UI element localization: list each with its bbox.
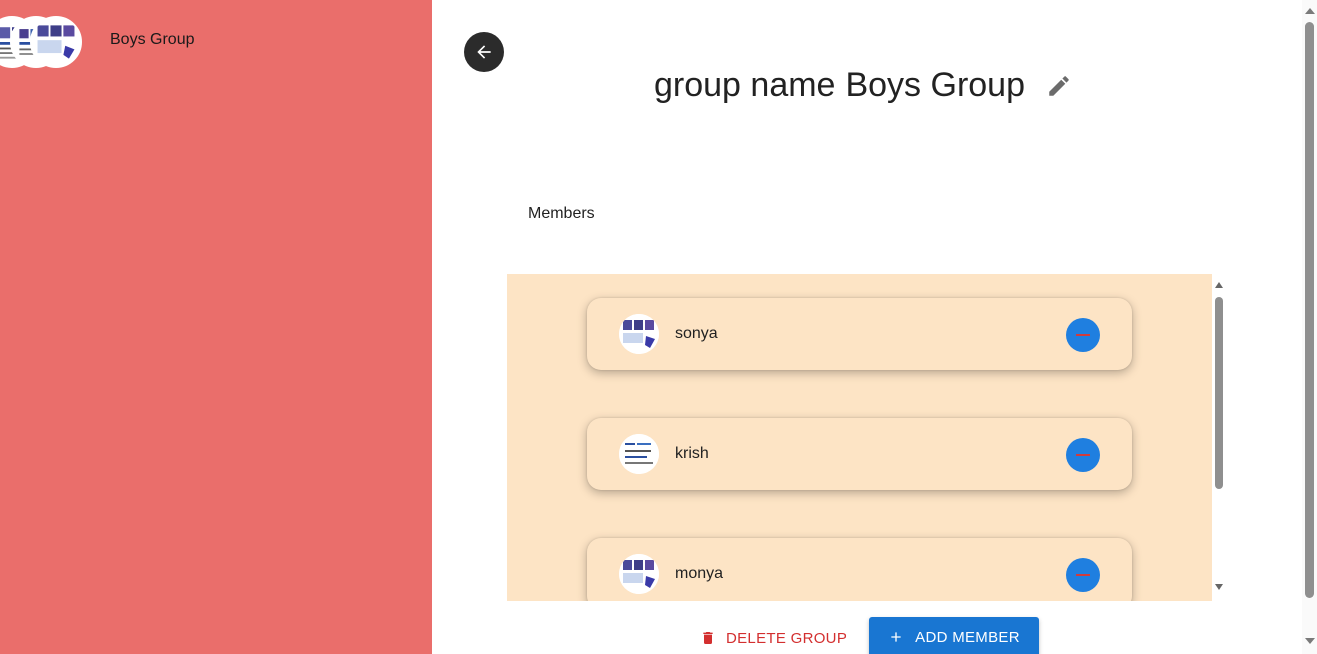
members-heading: Members [528, 205, 595, 222]
page-title: group name Boys Group [654, 64, 1025, 106]
group-detail-panel: group name Boys Group Members sonya kris… [432, 0, 1302, 654]
sidebar-item-boys-group[interactable]: Boys Group [0, 14, 432, 70]
member-name: monya [675, 565, 724, 582]
remove-member-button[interactable] [1066, 318, 1100, 352]
page-scrollbar[interactable] [1302, 0, 1317, 654]
minus-icon [1076, 574, 1090, 576]
sidebar: Boys Group [0, 0, 432, 654]
scrollbar-thumb[interactable] [1215, 297, 1223, 489]
scroll-up-arrow-icon[interactable] [1215, 282, 1223, 288]
title-group-name: Boys Group [845, 65, 1025, 104]
pencil-icon [1049, 76, 1069, 96]
member-card: monya [587, 538, 1132, 601]
remove-member-button[interactable] [1066, 438, 1100, 472]
title-prefix: group name [654, 65, 836, 104]
member-name: krish [675, 445, 709, 462]
member-name: sonya [675, 325, 718, 342]
delete-group-button[interactable]: DELETE GROUP [700, 620, 847, 654]
avatar [619, 434, 659, 474]
member-card: krish [587, 418, 1132, 490]
members-list-scrollbar[interactable] [1212, 278, 1226, 596]
member-card: sonya [587, 298, 1132, 370]
avatar [619, 554, 659, 594]
arrow-left-icon [477, 45, 491, 59]
avatar [619, 314, 659, 354]
minus-icon [1076, 454, 1090, 456]
back-button[interactable] [464, 32, 504, 72]
plus-icon [891, 632, 901, 642]
add-member-label: ADD MEMBER [915, 628, 1020, 646]
delete-group-label: DELETE GROUP [726, 629, 848, 647]
group-name-label: Boys Group [110, 31, 195, 48]
remove-member-button[interactable] [1066, 558, 1100, 592]
scroll-down-arrow-icon[interactable] [1305, 638, 1315, 644]
group-avatar-stack [0, 14, 86, 70]
scrollbar-thumb[interactable] [1305, 22, 1314, 598]
avatar [30, 16, 82, 68]
trash-icon [703, 632, 713, 644]
edit-group-name-button[interactable] [1046, 73, 1072, 99]
scroll-down-arrow-icon[interactable] [1215, 584, 1223, 590]
scroll-up-arrow-icon[interactable] [1305, 8, 1315, 14]
add-member-button[interactable]: ADD MEMBER [869, 617, 1039, 654]
members-list[interactable]: sonya krish monya [507, 274, 1212, 601]
minus-icon [1076, 334, 1090, 336]
